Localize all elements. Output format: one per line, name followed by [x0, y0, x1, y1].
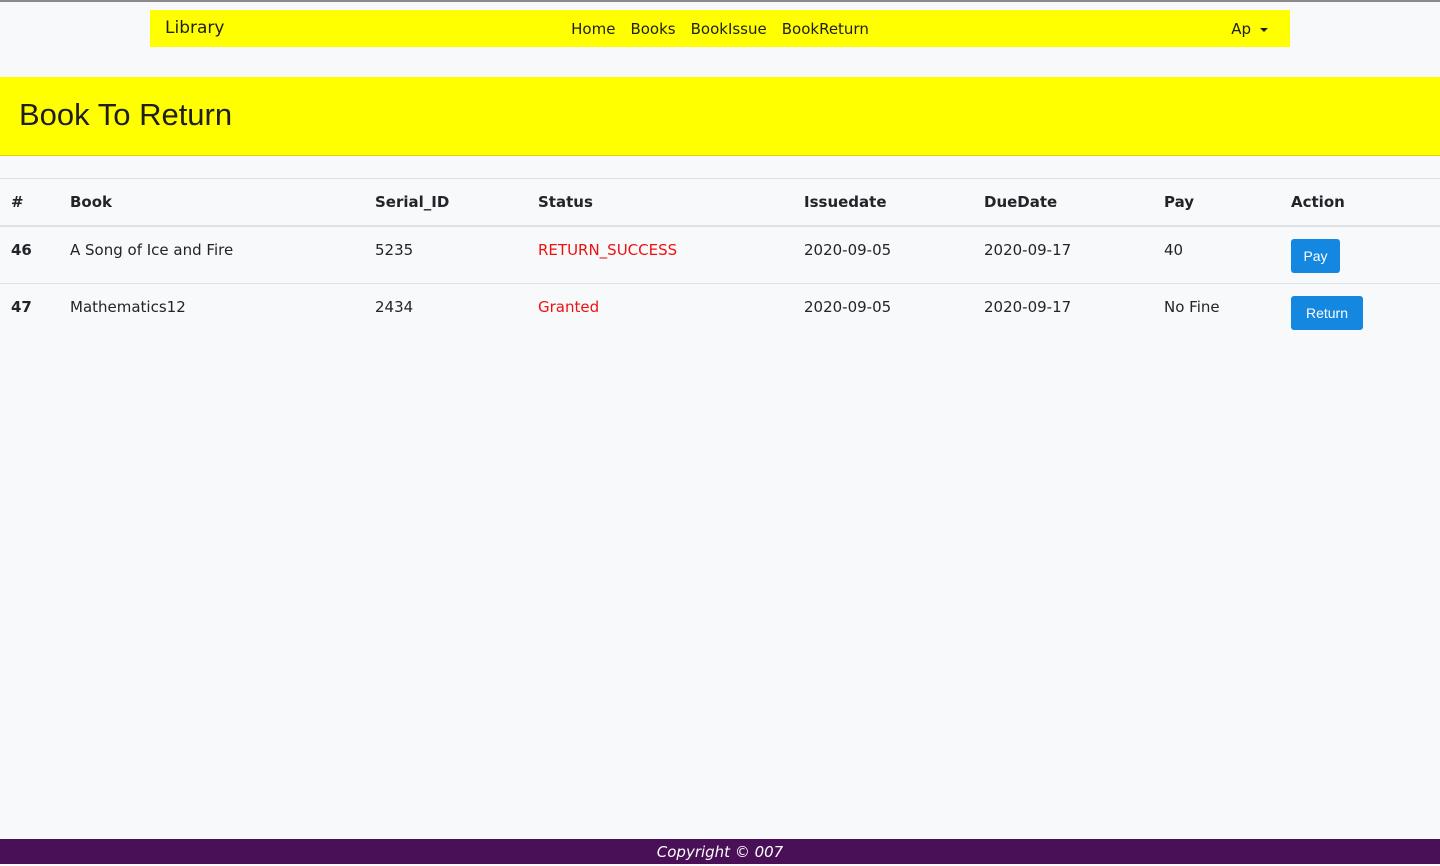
column-header-pay: Pay [1164, 193, 1195, 211]
table-header-row: # Book Serial_ID Status Issuedate DueDat… [0, 178, 1440, 226]
serial-id: 2434 [375, 298, 414, 316]
nav-link-bookreturn[interactable]: BookReturn [774, 20, 876, 38]
user-dropdown-label: Ap [1231, 20, 1251, 38]
serial-id: 5235 [375, 240, 414, 259]
table-row: 46 A Song of Ice and Fire 5235 RETURN_SU… [0, 226, 1440, 284]
column-header-duedate: DueDate [984, 193, 1058, 211]
nav-link-books[interactable]: Books [623, 20, 683, 38]
pay-button[interactable]: Pay [1291, 238, 1340, 273]
due-date: 2020-09-17 [984, 298, 1072, 316]
page-header: Book To Return [0, 77, 1440, 156]
action-cell: Return [1291, 284, 1440, 342]
footer: Copyright © 007 [0, 839, 1440, 864]
pay-amount: No Fine [1164, 298, 1220, 316]
nav-link-home[interactable]: Home [564, 20, 623, 38]
return-button[interactable]: Return [1291, 296, 1363, 330]
issue-date: 2020-09-05 [804, 298, 892, 316]
column-header-issuedate: Issuedate [804, 193, 887, 211]
row-number: 46 [11, 240, 32, 259]
book-title: A Song of Ice and Fire [70, 240, 234, 259]
table-header: # Book Serial_ID Status Issuedate DueDat… [0, 178, 1440, 226]
issue-date: 2020-09-05 [804, 240, 892, 259]
return-table: # Book Serial_ID Status Issuedate DueDat… [0, 178, 1440, 342]
return-table-container: # Book Serial_ID Status Issuedate DueDat… [0, 178, 1440, 342]
user-dropdown[interactable]: Ap [1231, 20, 1268, 38]
column-header-status: Status [538, 193, 593, 211]
top-border [0, 0, 1440, 2]
book-title: Mathematics12 [70, 298, 186, 316]
column-header-action: Action [1291, 193, 1345, 211]
column-header-number: # [11, 193, 24, 211]
pay-amount: 40 [1164, 240, 1184, 259]
action-cell: Pay [1291, 226, 1440, 284]
page-title: Book To Return [19, 97, 233, 132]
row-number: 47 [11, 298, 32, 316]
due-date: 2020-09-17 [984, 240, 1072, 259]
navbar: Library Home Books BookIssue BookReturn … [150, 10, 1290, 47]
column-header-serial-id: Serial_ID [375, 193, 450, 211]
copyright-text: Copyright © 007 [656, 843, 784, 861]
column-header-book: Book [70, 193, 113, 211]
nav-link-bookissue[interactable]: BookIssue [683, 20, 774, 38]
table-body: 46 A Song of Ice and Fire 5235 RETURN_SU… [0, 226, 1440, 342]
table-row: 47 Mathematics12 2434 Granted 2020-09-05… [0, 284, 1440, 342]
status-text: Granted [538, 298, 600, 316]
nav-links: Home Books BookIssue BookReturn [150, 20, 1290, 38]
status-text: RETURN_SUCCESS [538, 240, 678, 259]
caret-down-icon [1260, 27, 1268, 32]
